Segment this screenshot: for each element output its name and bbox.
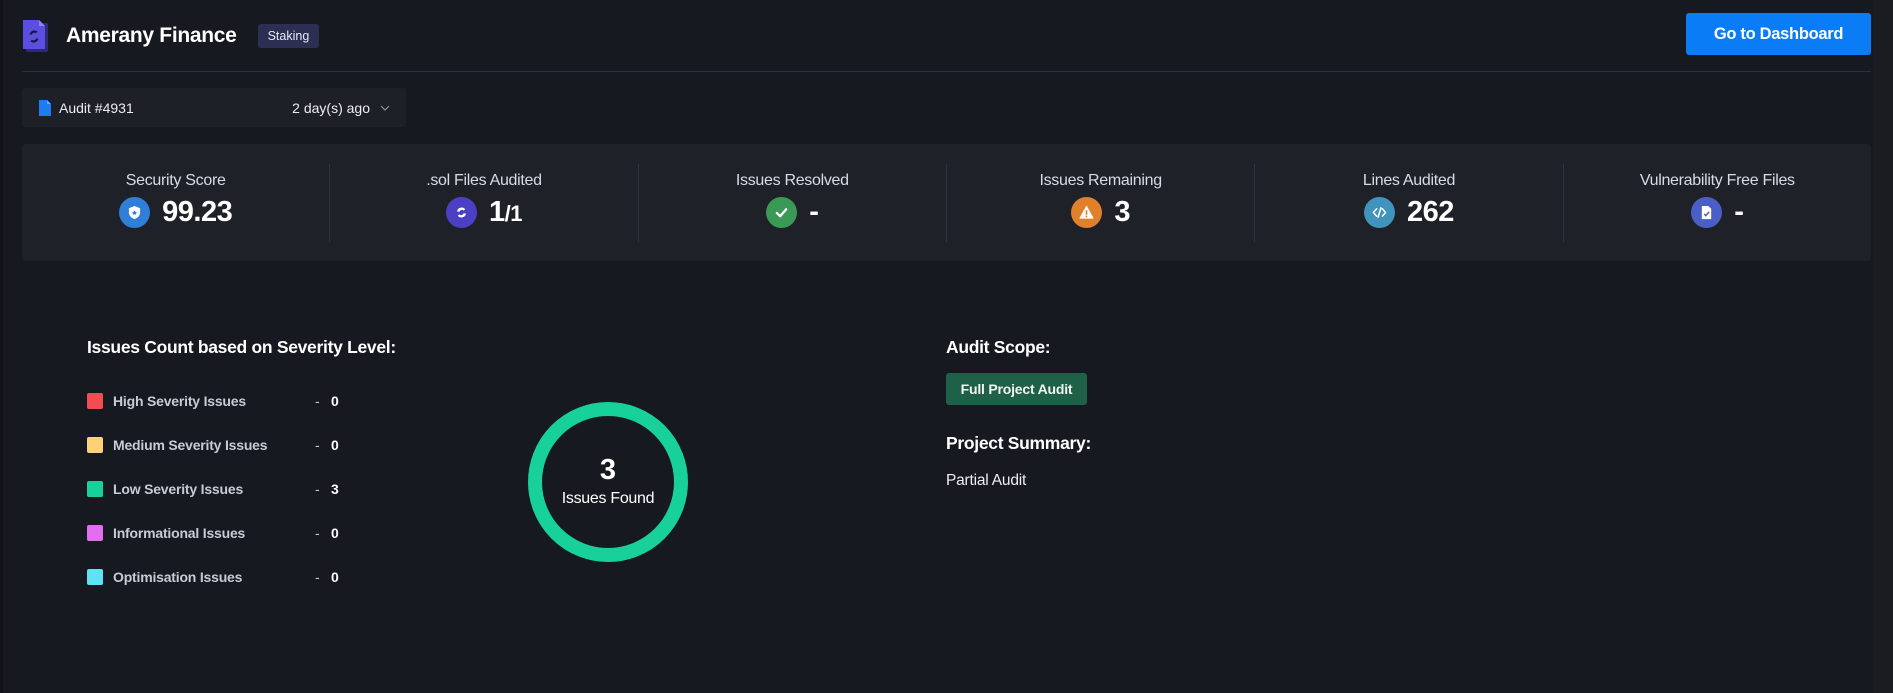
brand-name: Amerany Finance <box>66 23 237 47</box>
swap-icon <box>445 196 477 228</box>
audit-scope-title: Audit Scope: <box>946 337 1051 357</box>
severity-swatch <box>87 525 103 541</box>
stat-value: 1/1 <box>488 195 523 229</box>
go-to-dashboard-button[interactable]: Go to Dashboard <box>1686 13 1871 55</box>
left-edge <box>0 0 3 693</box>
stat-label: Issues Remaining <box>1039 171 1162 189</box>
warning-icon <box>1071 196 1103 228</box>
brand-logo-icon <box>23 19 48 52</box>
project-tag: Staking <box>257 23 320 48</box>
donut-center: 3 Issues Found <box>528 402 688 562</box>
severity-item-optimisation: Optimisation Issues - 0 <box>87 569 347 585</box>
stat-value: 262 <box>1407 195 1454 228</box>
severity-count: 3 <box>331 481 339 497</box>
project-summary-title: Project Summary: <box>946 433 1091 453</box>
header-divider <box>22 71 1871 72</box>
stat-issues-remaining: Issues Remaining 3 <box>947 163 1256 242</box>
stat-label: .sol Files Audited <box>426 171 542 189</box>
stat-value-count: 1 <box>488 195 505 228</box>
severity-swatch <box>87 393 103 409</box>
severity-separator: - <box>315 481 320 497</box>
stat-sol-files-audited: .sol Files Audited 1/1 <box>330 163 639 242</box>
severity-label: High Severity Issues <box>113 393 246 409</box>
severity-label: Low Severity Issues <box>113 481 244 497</box>
severity-label: Informational Issues <box>113 525 246 541</box>
stat-label: Vulnerability Free Files <box>1639 171 1795 189</box>
severity-item-high: High Severity Issues - 0 <box>87 393 347 409</box>
severity-count: 0 <box>331 525 339 541</box>
audit-label: Audit #4931 <box>59 99 134 116</box>
file-icon <box>39 99 51 116</box>
scrollbar-track[interactable] <box>1873 0 1893 693</box>
severity-count: 0 <box>331 569 339 585</box>
severity-swatch <box>87 437 103 453</box>
audit-scope-badge: Full Project Audit <box>946 373 1087 405</box>
severity-separator: - <box>315 393 320 409</box>
severity-swatch <box>87 569 103 585</box>
stat-value: - <box>1734 195 1744 228</box>
stat-vulnerability-free-files: Vulnerability Free Files - <box>1564 164 1871 242</box>
stat-value-total: /1 <box>504 200 523 226</box>
shield-icon <box>119 196 151 228</box>
severity-separator: - <box>315 525 320 541</box>
severity-label: Optimisation Issues <box>113 569 243 585</box>
severity-label: Medium Severity Issues <box>113 437 268 453</box>
chevron-down-icon <box>380 105 390 111</box>
audit-time: 2 day(s) ago <box>292 99 370 116</box>
audit-select-dropdown[interactable]: Audit #4931 2 day(s) ago <box>22 88 406 127</box>
stat-lines-audited: Lines Audited 262 <box>1255 163 1564 242</box>
severity-swatch <box>87 481 103 497</box>
severity-count: 0 <box>331 437 339 453</box>
stat-label: Lines Audited <box>1362 171 1456 189</box>
stat-issues-resolved: Issues Resolved - <box>639 163 947 242</box>
stats-panel: Security Score 99.23 .sol Files Audited … <box>22 144 1871 261</box>
project-summary-text: Partial Audit <box>946 472 1027 489</box>
stat-value: 3 <box>1114 195 1130 228</box>
severity-item-informational: Informational Issues - 0 <box>87 525 347 541</box>
file-check-icon <box>1691 196 1723 228</box>
check-icon <box>766 196 798 228</box>
stat-security-score: Security Score 99.23 <box>22 163 331 242</box>
severity-separator: - <box>315 569 320 585</box>
severity-count: 0 <box>331 393 339 409</box>
severity-separator: - <box>315 437 320 453</box>
stat-value: - <box>809 195 819 228</box>
stat-label: Issues Resolved <box>735 171 849 189</box>
severity-title: Issues Count based on Severity Level: <box>87 337 396 357</box>
code-icon <box>1364 196 1396 228</box>
donut-count: 3 <box>599 454 617 486</box>
severity-item-medium: Medium Severity Issues - 0 <box>87 437 347 453</box>
stat-label: Security Score <box>125 171 226 189</box>
stat-value: 99.23 <box>162 195 233 228</box>
donut-label: Issues Found <box>561 490 655 507</box>
severity-item-low: Low Severity Issues - 3 <box>87 481 347 497</box>
page-header: Amerany Finance Staking Go to Dashboard <box>22 13 1871 58</box>
severity-list: High Severity Issues - 0 Medium Severity… <box>87 393 347 613</box>
